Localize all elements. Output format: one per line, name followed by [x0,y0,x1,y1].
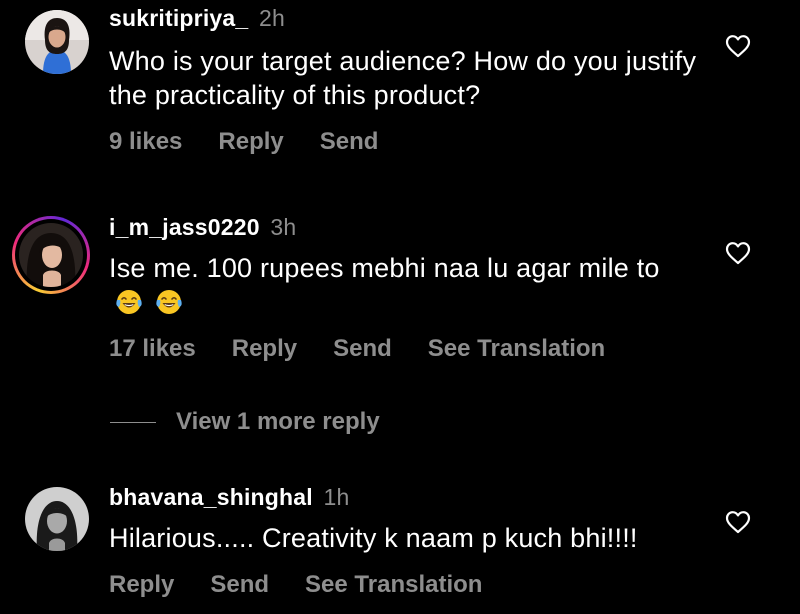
see-translation-button[interactable]: See Translation [305,571,482,599]
timestamp: 3h [270,214,297,240]
comment-actions: Reply Send See Translation [109,571,482,599]
comment-header: bhavana_shinghal 1h [109,484,349,511]
username[interactable]: i_m_jass0220 [109,214,260,240]
see-translation-button[interactable]: See Translation [428,335,605,363]
divider [110,421,156,423]
comment-text-content: Ise me. 100 rupees mebhi naa lu agar mil… [109,253,660,283]
username[interactable]: bhavana_shinghal [109,484,313,510]
likes-count[interactable]: 17 likes [109,335,196,363]
heart-outline-icon[interactable] [725,34,751,58]
reply-button[interactable]: Reply [232,335,297,363]
face-with-tears-of-joy-icon [156,290,182,314]
comment-actions: 9 likes Reply Send [109,128,378,156]
avatar[interactable] [19,223,83,287]
comment-header: sukritipriya_ 2h [109,5,285,32]
reply-button[interactable]: Reply [218,128,283,156]
send-button[interactable]: Send [333,335,392,363]
view-more-replies-label[interactable]: View 1 more reply [176,408,380,436]
send-button[interactable]: Send [320,128,379,156]
timestamp: 1h [323,484,350,510]
comment-text: Who is your target audience? How do you … [109,46,697,110]
face-with-tears-of-joy-icon [116,290,142,314]
reply-button[interactable]: Reply [109,571,174,599]
view-more-replies[interactable]: View 1 more reply [110,408,380,436]
comment-text: Ise me. 100 rupees mebhi naa lu agar mil… [109,251,689,319]
comment-actions: 17 likes Reply Send See Translation [109,335,605,363]
heart-outline-icon[interactable] [725,241,751,265]
send-button[interactable]: Send [210,571,269,599]
likes-count[interactable]: 9 likes [109,128,182,156]
avatar[interactable] [25,10,89,74]
username[interactable]: sukritipriya_ [109,5,248,31]
comment-text: Hilarious..... Creativity k naam p kuch … [109,523,638,553]
timestamp: 2h [258,5,285,31]
comment-header: i_m_jass0220 3h [109,214,296,241]
heart-outline-icon[interactable] [725,510,751,534]
avatar[interactable] [25,487,89,551]
